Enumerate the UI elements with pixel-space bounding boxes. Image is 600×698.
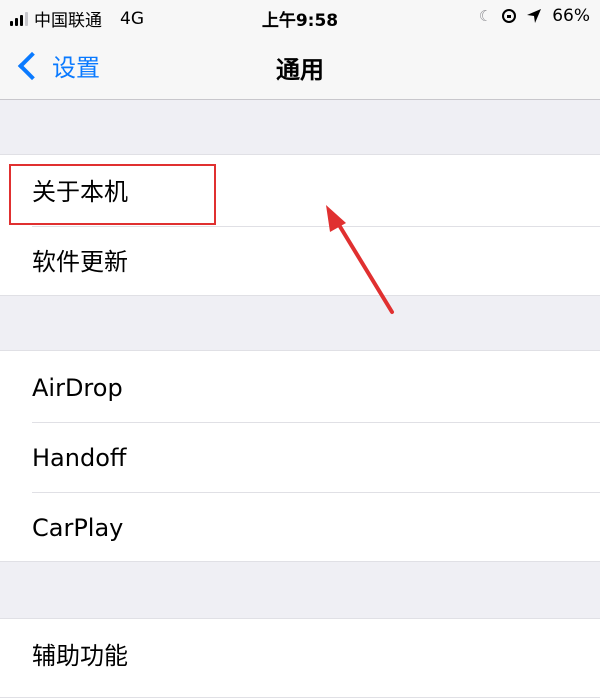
annotation-arrow-icon <box>326 205 394 314</box>
